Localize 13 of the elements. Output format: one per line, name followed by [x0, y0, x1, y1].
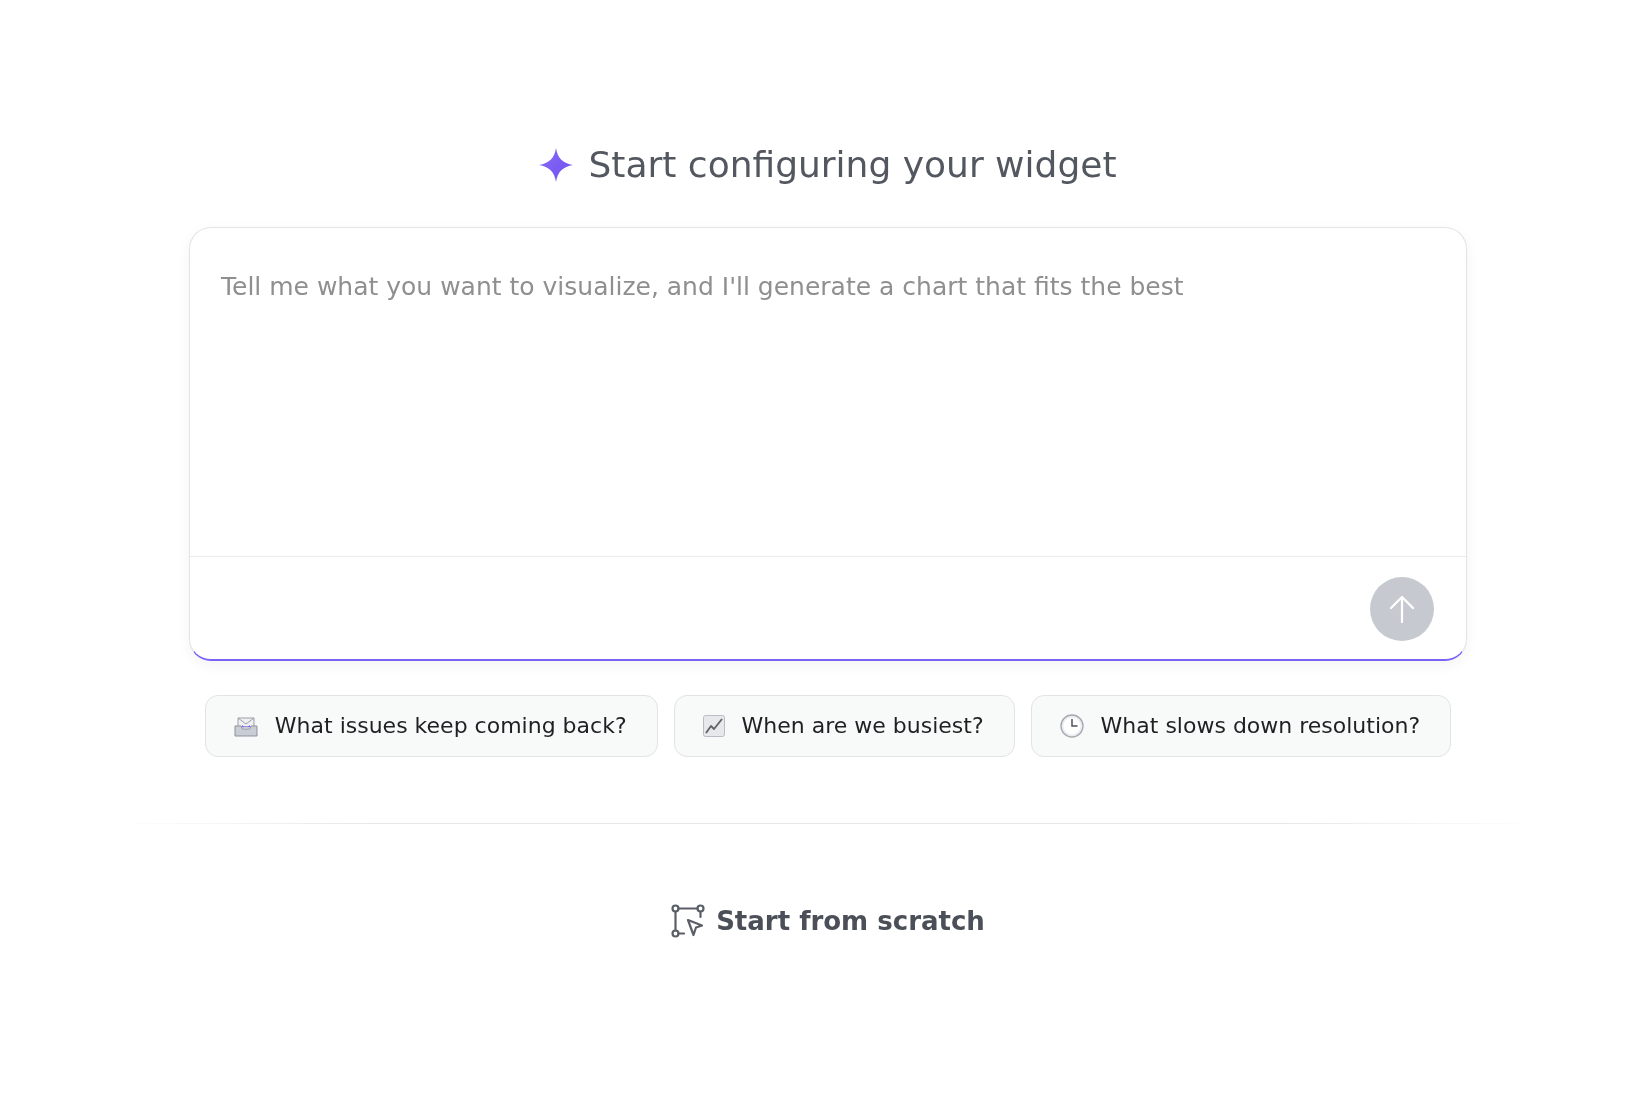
suggestion-button[interactable]: What slows down resolution?: [1030, 695, 1452, 757]
node-cursor-icon: [671, 904, 706, 938]
page-title: Start configuring your widget: [588, 143, 1117, 187]
inbox-tray-icon: [233, 714, 258, 738]
suggestion-button[interactable]: What issues keep coming back?: [204, 695, 658, 757]
prompt-field[interactable]: Tell me what you want to visualize, and I'll generate a chart that fits the best: [190, 228, 1466, 556]
line-chart-icon: [702, 715, 725, 737]
suggestion-button[interactable]: When are we busiest?: [673, 695, 1015, 757]
clock-icon: [1059, 714, 1084, 738]
prompt-box[interactable]: Tell me what you want to visualize, and I'll generate a chart that fits the best: [189, 227, 1467, 661]
arrow-up-icon: [1389, 595, 1415, 623]
start-from-scratch-button[interactable]: Start from scratch: [671, 904, 985, 938]
sparkle-icon: [539, 148, 574, 182]
